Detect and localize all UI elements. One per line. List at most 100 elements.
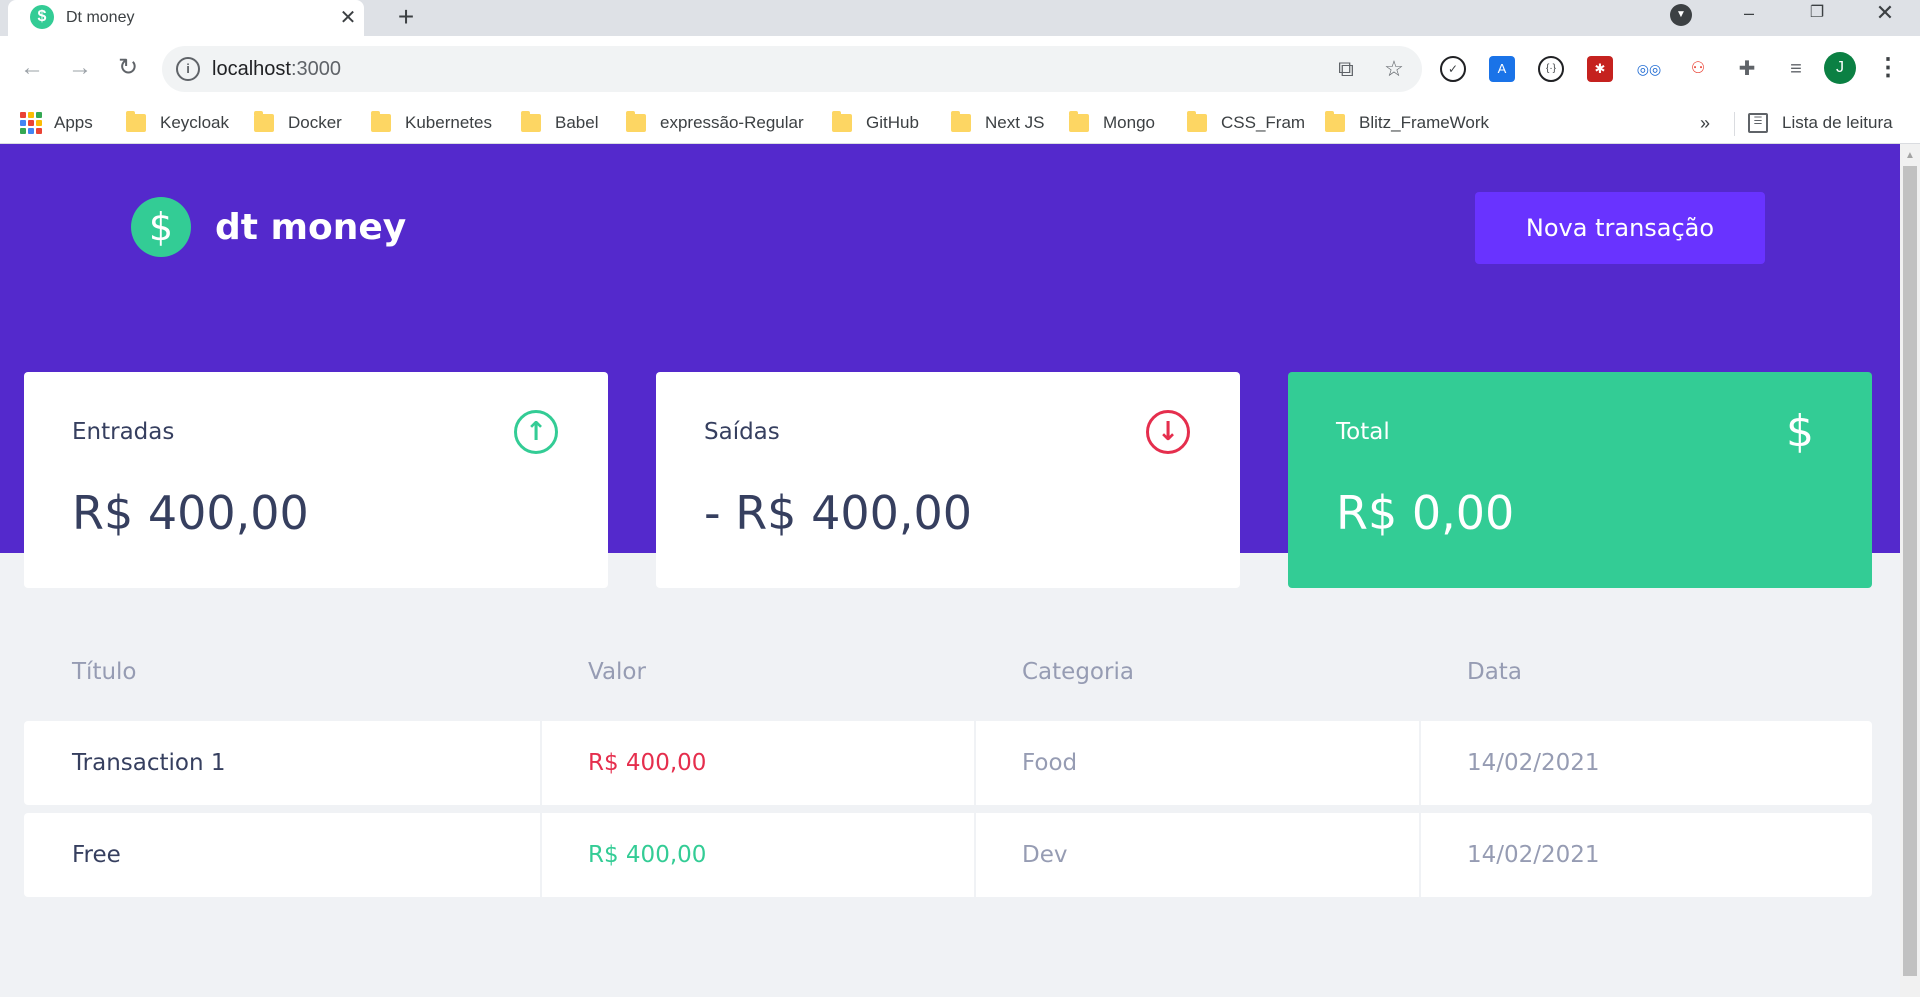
- app-name: dt money: [215, 206, 407, 248]
- bookmarks-overflow-button[interactable]: »: [1700, 110, 1710, 136]
- url-text[interactable]: localhost:3000: [212, 58, 341, 81]
- profile-avatar[interactable]: J: [1824, 52, 1856, 84]
- bookmark-label: Kubernetes: [405, 113, 492, 132]
- app-logo: $ dt money: [131, 197, 406, 257]
- dollar-favicon-icon: $: [30, 5, 54, 29]
- reading-list-icon: ☰: [1748, 113, 1768, 133]
- transaction-date: 14/02/2021: [1421, 813, 1872, 897]
- bookmark-github[interactable]: GitHub: [832, 110, 919, 136]
- arrow-up-circle-icon: ↑: [514, 410, 558, 454]
- extension-tree-icon[interactable]: ⚇: [1685, 56, 1711, 82]
- browser-toolbar: ← → ↻ i localhost:3000 ⧉ ☆ ✓ A {·} ✱ ◎◎ …: [0, 36, 1920, 102]
- page-viewport: $ dt money Nova transação Entradas ↑ R$ …: [0, 144, 1900, 997]
- minimize-icon[interactable]: –: [1724, 0, 1774, 30]
- folder-icon: [1187, 111, 1207, 132]
- withdraws-value: - R$ 400,00: [704, 486, 973, 540]
- bookmark-mongo[interactable]: Mongo: [1069, 110, 1155, 136]
- bookmark-label: GitHub: [866, 113, 919, 132]
- column-header-amount: Valor: [588, 659, 646, 685]
- reload-icon[interactable]: ↻: [110, 50, 146, 86]
- scroll-up-arrow-icon[interactable]: ▲: [1900, 148, 1920, 164]
- column-header-category: Categoria: [1022, 659, 1134, 685]
- tab-search-icon[interactable]: ▼: [1670, 4, 1692, 26]
- new-transaction-button[interactable]: Nova transação: [1475, 192, 1765, 264]
- column-header-date: Data: [1467, 659, 1522, 685]
- bookmark-label: Blitz_FrameWork: [1359, 113, 1490, 132]
- bookmark-label: Babel: [555, 113, 599, 132]
- site-info-icon[interactable]: i: [176, 57, 200, 81]
- bookmark-kubernetes[interactable]: Kubernetes: [371, 110, 492, 136]
- forward-arrow-icon[interactable]: →: [62, 50, 98, 86]
- dollar-icon: $: [1786, 406, 1814, 457]
- apps-grid-icon: [20, 112, 42, 134]
- url-port: :3000: [290, 58, 341, 80]
- bookmark-babel[interactable]: Babel: [521, 110, 598, 136]
- folder-icon: [1069, 111, 1089, 132]
- deposits-value: R$ 400,00: [72, 486, 309, 540]
- new-tab-button[interactable]: +: [390, 2, 422, 34]
- bookmark-label: Mongo: [1103, 113, 1155, 132]
- transaction-title: Free: [24, 813, 540, 897]
- transaction-amount: R$ 400,00: [542, 813, 974, 897]
- address-bar[interactable]: i localhost:3000 ⧉ ☆: [162, 46, 1422, 92]
- back-arrow-icon[interactable]: ←: [14, 50, 50, 86]
- bookmark-keycloak[interactable]: Keycloak: [126, 110, 229, 136]
- folder-icon: [626, 111, 646, 132]
- total-value: R$ 0,00: [1336, 486, 1515, 540]
- bookmark-label: Docker: [288, 113, 342, 132]
- browser-tab[interactable]: $ Dt money ✕: [8, 0, 364, 36]
- bookmark-expressao-regular[interactable]: expressão-Regular: [626, 110, 804, 136]
- bookmarks-divider: [1734, 112, 1735, 136]
- arrow-down-circle-icon: ↓: [1146, 410, 1190, 454]
- folder-icon: [832, 111, 852, 132]
- bookmark-apps[interactable]: Apps: [20, 110, 93, 136]
- translate-icon[interactable]: ⧉: [1332, 55, 1360, 83]
- transaction-category: Food: [976, 721, 1419, 805]
- extension-react-icon[interactable]: ✱: [1587, 56, 1613, 82]
- browser-tab-strip: $ Dt money ✕ + ▼ – ❐ ✕: [0, 0, 1920, 36]
- bookmark-nextjs[interactable]: Next JS: [951, 110, 1045, 136]
- bookmark-blitz-framework[interactable]: Blitz_FrameWork: [1325, 110, 1489, 136]
- dollar-logo-icon: $: [131, 197, 191, 257]
- summary-card-deposits: Entradas ↑ R$ 400,00: [24, 372, 608, 588]
- restore-icon[interactable]: ❐: [1792, 0, 1842, 30]
- bookmark-docker[interactable]: Docker: [254, 110, 342, 136]
- table-row: Transaction 1 R$ 400,00 Food 14/02/2021: [24, 721, 1872, 805]
- folder-icon: [1325, 111, 1345, 132]
- media-queue-icon[interactable]: ≡: [1783, 56, 1809, 82]
- tab-title: Dt money: [66, 9, 135, 26]
- folder-icon: [126, 111, 146, 132]
- extension-translate-icon[interactable]: A: [1489, 56, 1515, 82]
- vertical-scrollbar[interactable]: ▲: [1900, 144, 1920, 997]
- reading-list-button[interactable]: ☰ Lista de leitura: [1748, 110, 1893, 136]
- window-close-icon[interactable]: ✕: [1860, 0, 1910, 30]
- bookmark-star-icon[interactable]: ☆: [1380, 55, 1408, 83]
- reading-list-label: Lista de leitura: [1782, 113, 1893, 132]
- folder-icon: [254, 111, 274, 132]
- bookmark-label: CSS_Fram: [1221, 113, 1306, 132]
- bookmark-css-fram[interactable]: CSS_Fram: [1187, 110, 1305, 136]
- bookmark-label: Next JS: [985, 113, 1045, 132]
- transactions-table: Título Valor Categoria Data Transaction …: [24, 659, 1872, 897]
- extension-glasses-icon[interactable]: ◎◎: [1636, 56, 1662, 82]
- bookmarks-bar: Apps Keycloak Docker Kubernetes Babel ex…: [0, 102, 1920, 144]
- transaction-title: Transaction 1: [24, 721, 540, 805]
- table-row: Free R$ 400,00 Dev 14/02/2021: [24, 813, 1872, 897]
- table-header: Título Valor Categoria Data: [24, 659, 1872, 721]
- extensions-puzzle-icon[interactable]: ✚: [1734, 56, 1760, 82]
- close-icon[interactable]: ✕: [336, 6, 360, 30]
- deposits-label: Entradas: [72, 419, 175, 445]
- transaction-category: Dev: [976, 813, 1419, 897]
- transaction-amount: R$ 400,00: [542, 721, 974, 805]
- bookmark-label: Keycloak: [160, 113, 229, 132]
- bookmark-label: expressão-Regular: [660, 113, 804, 132]
- folder-icon: [371, 111, 391, 132]
- transaction-date: 14/02/2021: [1421, 721, 1872, 805]
- kebab-menu-icon[interactable]: ⋮: [1876, 52, 1900, 84]
- folder-icon: [521, 111, 541, 132]
- extension-code-icon[interactable]: {·}: [1538, 56, 1564, 82]
- summary-card-total: Total $ R$ 0,00: [1288, 372, 1872, 588]
- summary-card-withdraws: Saídas ↓ - R$ 400,00: [656, 372, 1240, 588]
- scrollbar-thumb[interactable]: [1903, 166, 1917, 976]
- extension-check-icon[interactable]: ✓: [1440, 56, 1466, 82]
